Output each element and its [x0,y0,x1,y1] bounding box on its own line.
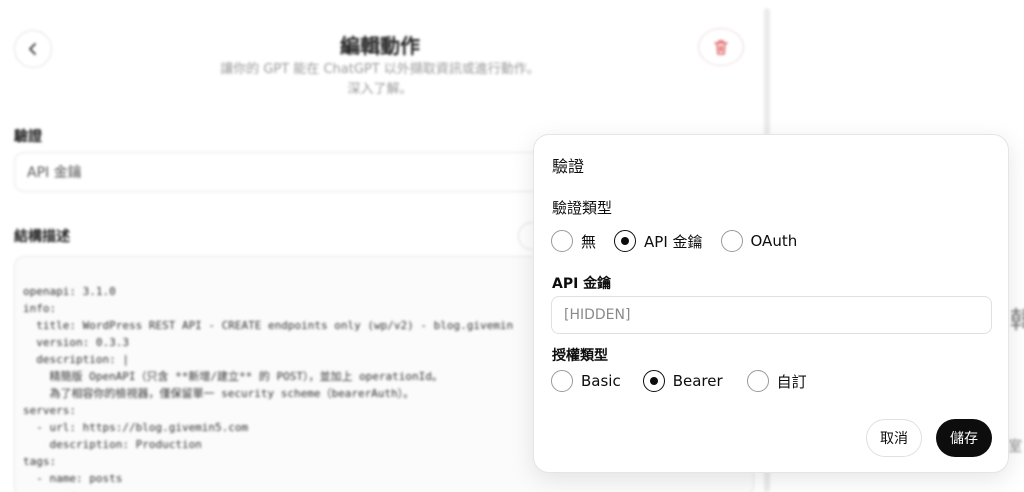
radio-oauth-label: OAuth [750,232,798,250]
page-title: 編輯動作 [340,34,420,58]
auth-type-api-key-option[interactable]: API 金鑰 [614,230,703,252]
api-key-label: API 金鑰 [552,276,612,292]
grant-type-custom-option[interactable]: 自訂 [746,370,807,392]
grant-type-radio-group: Basic Bearer 自訂 [551,370,825,392]
preview-text-fragment: 韓 [1010,306,1024,334]
auth-type-oauth-option[interactable]: OAuth [720,230,798,252]
radio-bearer[interactable] [642,370,665,392]
learn-more-link[interactable]: 深入了解。 [190,80,570,100]
radio-basic-label: Basic [581,372,621,390]
auth-dialog: 驗證 驗證類型 無 API 金鑰 OAuth API 金鑰 授權類型 Basic… [533,134,1009,473]
code-line: ...: ..... [23,487,753,492]
radio-custom[interactable] [746,370,769,392]
radio-api-key[interactable] [614,230,637,252]
preview-text-fragment-2: 室 [1008,439,1022,455]
grant-type-bearer-option[interactable]: Bearer [642,370,723,392]
trash-icon [714,40,728,55]
grant-type-basic-option[interactable]: Basic [551,370,621,392]
auth-type-radio-group: 無 API 金鑰 OAuth [551,230,815,252]
radio-api-key-label: API 金鑰 [644,232,703,251]
auth-setting-value: API 金鑰 [27,165,82,181]
radio-bearer-label: Bearer [672,372,723,390]
page-subtitle: 讓你的 GPT 能在 ChatGPT 以外擷取資訊或進行動作。 深入了解。 [190,60,570,100]
auth-type-none-option[interactable]: 無 [551,230,596,252]
grant-type-label: 授權類型 [552,348,608,364]
auth-type-label: 驗證類型 [552,199,613,217]
auth-section-label: 驗證 [14,129,42,145]
cancel-button[interactable]: 取消 [866,419,922,457]
radio-none-label: 無 [581,232,597,251]
radio-basic[interactable] [551,370,573,392]
delete-action-button[interactable] [698,28,744,66]
save-button[interactable]: 儲存 [936,419,992,457]
schema-section-label: 結構描述 [14,229,70,245]
radio-custom-label: 自訂 [776,372,807,391]
radio-oauth[interactable] [720,230,743,252]
subtitle-line-1: 讓你的 GPT 能在 ChatGPT 以外擷取資訊或進行動作。 [220,62,540,77]
api-key-input[interactable] [551,296,992,334]
radio-none[interactable] [551,230,573,252]
dialog-title: 驗證 [552,157,585,176]
